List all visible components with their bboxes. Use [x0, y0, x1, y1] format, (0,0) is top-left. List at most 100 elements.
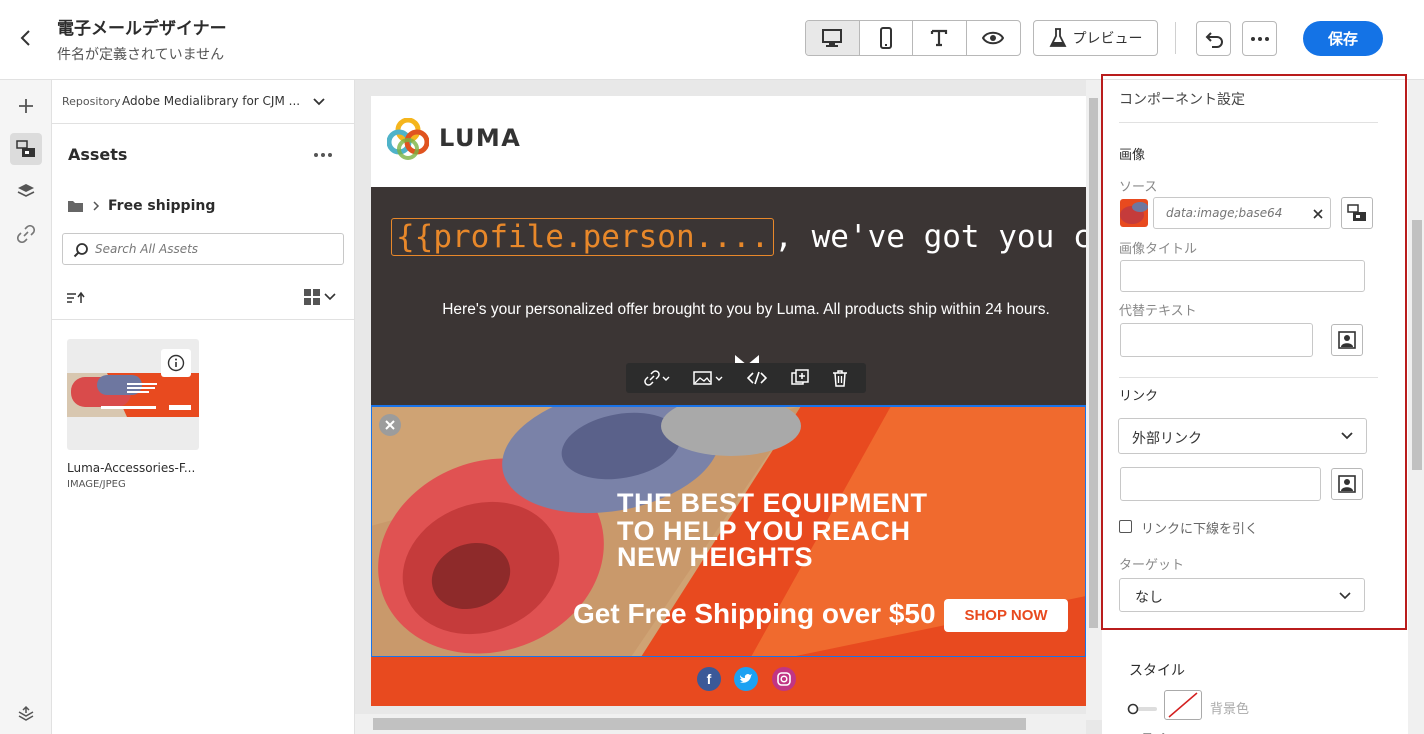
properties-scrollbar[interactable]	[1408, 80, 1424, 734]
underline-label: リンクに下線を引く	[1141, 522, 1259, 537]
undo-icon	[1205, 31, 1223, 48]
headline[interactable]: {{profile.person...., we've got you cove…	[391, 218, 1086, 256]
alt-text-label: 代替テキスト	[1119, 304, 1197, 319]
info-icon	[167, 354, 185, 372]
link-icon[interactable]	[10, 218, 42, 250]
layers-icon[interactable]	[10, 175, 42, 207]
view-mode-group	[805, 20, 1021, 56]
assets-panel: Repository Adobe Medialibrary for CJM ..…	[52, 80, 355, 734]
mobile-view-button[interactable]	[860, 21, 913, 55]
repository-selector[interactable]: Repository Adobe Medialibrary for CJM ..…	[52, 80, 355, 124]
element-toolbar	[626, 363, 866, 393]
link-url-field[interactable]	[1120, 467, 1321, 501]
image-title-field[interactable]	[1120, 260, 1365, 292]
asset-picker-icon	[1347, 204, 1366, 221]
eye-view-button[interactable]	[967, 21, 1021, 55]
canvas-horizontal-scrollbar[interactable]	[355, 714, 1086, 734]
email-canvas: LUMA {{profile.person...., we've got you…	[355, 80, 1102, 734]
back-button[interactable]	[14, 26, 38, 50]
text-icon	[931, 29, 948, 47]
chevron-left-icon	[20, 30, 30, 46]
text-view-button[interactable]	[913, 21, 967, 55]
asset-picker-button[interactable]	[1341, 197, 1373, 229]
personalization-token[interactable]: {{profile.person....	[391, 218, 775, 256]
target-label: ターゲット	[1119, 558, 1185, 573]
link-picker-button[interactable]	[1331, 468, 1363, 500]
target-value: なし	[1135, 590, 1163, 606]
source-label: ソース	[1119, 180, 1158, 195]
chevron-right-icon	[93, 201, 100, 211]
social-footer: f	[371, 657, 1086, 706]
chevron-down-icon	[312, 94, 326, 113]
left-rail	[0, 80, 52, 734]
more-options-button[interactable]	[1242, 21, 1277, 56]
background-toggle[interactable]	[1127, 700, 1157, 715]
page-title: 電子メールデザイナー	[57, 19, 227, 39]
search-box	[62, 233, 344, 265]
ellipsis-icon	[314, 153, 332, 157]
clear-icon[interactable]	[1313, 209, 1323, 219]
instagram-icon[interactable]	[772, 667, 796, 691]
link-icon[interactable]	[644, 370, 670, 386]
next-property-label: スペ	[1141, 728, 1166, 734]
close-icon[interactable]	[379, 414, 401, 436]
background-color-label: 背景色	[1210, 702, 1250, 717]
target-dropdown[interactable]: なし	[1119, 578, 1365, 612]
headline-text: , we've got you covered	[774, 219, 1086, 255]
mobile-icon	[879, 27, 892, 49]
link-section-title: リンク	[1119, 389, 1159, 404]
alt-text-picker-button[interactable]	[1331, 324, 1363, 356]
banner-headline-line1: THE BEST EQUIPMENT	[617, 488, 928, 518]
chevron-down-icon	[1339, 592, 1351, 600]
undo-button[interactable]	[1196, 21, 1231, 56]
duplicate-icon[interactable]	[790, 369, 809, 387]
person-picker-icon	[1338, 475, 1356, 493]
asset-type: IMAGE/JPEG	[67, 479, 126, 490]
asset-card[interactable]	[67, 339, 199, 450]
link-type-dropdown[interactable]: 外部リンク	[1118, 418, 1367, 454]
code-icon[interactable]	[746, 370, 767, 386]
folder-icon	[68, 201, 83, 212]
assets-icon[interactable]	[10, 133, 42, 165]
alt-text-field[interactable]	[1120, 323, 1313, 357]
scroll-thumb[interactable]	[373, 718, 1026, 730]
link-type-value: 外部リンク	[1132, 431, 1202, 447]
assets-more-button[interactable]	[314, 142, 332, 161]
add-icon[interactable]	[10, 90, 42, 122]
shop-now-button[interactable]: SHOP NOW	[944, 599, 1068, 632]
save-button[interactable]: 保存	[1303, 21, 1383, 56]
image-icon[interactable]	[693, 370, 723, 386]
search-input[interactable]	[95, 234, 335, 264]
email-preview: LUMA {{profile.person...., we've got you…	[371, 96, 1086, 706]
folder-breadcrumb[interactable]: Free shipping	[67, 198, 215, 214]
properties-panel: コンポーネント設定 画像 ソース 画像タイトル 代替テキスト リンク 外部リンク	[1102, 80, 1408, 734]
source-thumbnail	[1120, 199, 1148, 227]
scroll-thumb[interactable]	[1089, 98, 1098, 628]
chevron-down-icon	[1341, 432, 1353, 440]
style-section-title: スタイル	[1129, 663, 1185, 679]
properties-title: コンポーネント設定	[1119, 92, 1245, 108]
source-input[interactable]	[1166, 198, 1306, 228]
banner-headline-line2: TO HELP YOU REACH	[617, 516, 911, 546]
eye-icon	[982, 31, 1005, 45]
hero-body-text[interactable]: Here's your personalized offer brought t…	[411, 301, 1081, 319]
banner-image[interactable]: THE BEST EQUIPMENT TO HELP YOU REACH NEW…	[371, 406, 1086, 657]
grid-view-toggle[interactable]	[304, 289, 336, 305]
twitter-icon[interactable]	[734, 667, 758, 691]
background-color-swatch[interactable]	[1164, 690, 1202, 720]
source-field[interactable]	[1153, 197, 1331, 229]
facebook-icon[interactable]: f	[697, 667, 721, 691]
desktop-icon	[822, 29, 843, 47]
preview-button[interactable]: プレビュー	[1033, 20, 1158, 56]
delete-icon[interactable]	[832, 369, 848, 387]
divider	[1119, 377, 1378, 378]
desktop-view-button[interactable]	[806, 21, 860, 55]
sort-icon[interactable]	[66, 290, 86, 309]
canvas-vertical-scrollbar[interactable]	[1086, 80, 1102, 720]
assets-title: Assets	[68, 145, 128, 164]
info-button[interactable]	[161, 349, 191, 377]
underline-checkbox[interactable]	[1119, 520, 1132, 533]
ellipsis-icon	[1250, 36, 1269, 41]
scroll-thumb[interactable]	[1412, 220, 1422, 470]
settings-stack-icon[interactable]	[10, 698, 42, 730]
